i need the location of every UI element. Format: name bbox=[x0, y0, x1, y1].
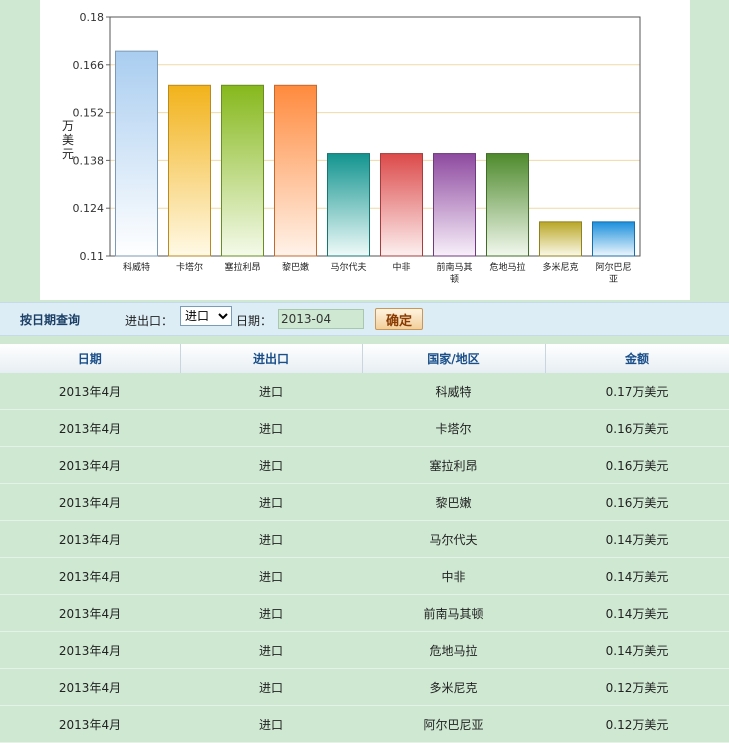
bar bbox=[592, 221, 635, 257]
cell-io: 进口 bbox=[180, 520, 362, 558]
cell-country: 塞拉利昂 bbox=[362, 446, 545, 484]
bar bbox=[274, 84, 317, 257]
cell-amount: 0.17万美元 bbox=[545, 373, 729, 410]
table-row: 2013年4月 进口 阿尔巴尼亚 0.12万美元 bbox=[0, 705, 729, 743]
cell-io: 进口 bbox=[180, 557, 362, 595]
cell-date: 2013年4月 bbox=[0, 520, 180, 558]
date-label: 日期： bbox=[236, 314, 273, 328]
cell-country: 危地马拉 bbox=[362, 631, 545, 669]
cell-amount: 0.16万美元 bbox=[545, 446, 729, 484]
x-tick-label: 塞拉利昂 bbox=[224, 261, 260, 273]
cell-io: 进口 bbox=[180, 705, 362, 743]
x-tick-label: 马尔代夫 bbox=[330, 261, 366, 273]
cell-amount: 0.12万美元 bbox=[545, 668, 729, 706]
y-tick-label: 0.138 bbox=[73, 154, 105, 167]
cell-amount: 0.16万美元 bbox=[545, 483, 729, 521]
cell-country: 马尔代夫 bbox=[362, 520, 545, 558]
x-tick-label: 危地马拉 bbox=[489, 261, 525, 273]
x-tick-label: 黎巴嫩 bbox=[282, 261, 309, 273]
query-title: 按日期查询 bbox=[20, 313, 81, 327]
y-tick-label: 0.166 bbox=[73, 59, 105, 72]
query-bar: 按日期查询 进出口： 进口 日期： 确定 bbox=[0, 302, 729, 336]
chart-panel: 0.18 0.166 0.152 0.138 0.124 0.11 万美元科威特 卡塔尔 塞拉利… bbox=[40, 0, 690, 300]
date-input[interactable] bbox=[278, 309, 364, 329]
cell-date: 2013年4月 bbox=[0, 446, 180, 484]
cell-country: 科威特 bbox=[362, 373, 545, 410]
cell-country: 中非 bbox=[362, 557, 545, 595]
io-label: 进出口： bbox=[125, 314, 174, 328]
cell-io: 进口 bbox=[180, 594, 362, 632]
bar bbox=[539, 221, 582, 257]
x-tick-label: 多米尼克 bbox=[542, 261, 578, 273]
header-country: 国家/地区 bbox=[362, 344, 546, 373]
bar bbox=[433, 153, 476, 257]
io-select[interactable]: 进口 bbox=[180, 306, 232, 326]
cell-amount: 0.14万美元 bbox=[545, 520, 729, 558]
table-row: 2013年4月 进口 多米尼克 0.12万美元 bbox=[0, 668, 729, 706]
bar bbox=[327, 153, 370, 257]
y-tick-label: 0.124 bbox=[73, 202, 105, 215]
cell-amount: 0.14万美元 bbox=[545, 557, 729, 595]
cell-country: 卡塔尔 bbox=[362, 409, 545, 447]
table-row: 2013年4月 进口 马尔代夫 0.14万美元 bbox=[0, 520, 729, 558]
cell-date: 2013年4月 bbox=[0, 705, 180, 743]
header-date: 日期 bbox=[0, 344, 181, 373]
bar bbox=[486, 153, 529, 257]
cell-country: 多米尼克 bbox=[362, 668, 545, 706]
table-row: 2013年4月 进口 科威特 0.17万美元 bbox=[0, 373, 729, 410]
cell-amount: 0.16万美元 bbox=[545, 409, 729, 447]
cell-amount: 0.12万美元 bbox=[545, 705, 729, 743]
header-amount: 金额 bbox=[545, 344, 729, 373]
table-row: 2013年4月 进口 黎巴嫩 0.16万美元 bbox=[0, 483, 729, 521]
cell-date: 2013年4月 bbox=[0, 594, 180, 632]
cell-amount: 0.14万美元 bbox=[545, 631, 729, 669]
cell-amount: 0.14万美元 bbox=[545, 594, 729, 632]
cell-io: 进口 bbox=[180, 631, 362, 669]
cell-io: 进口 bbox=[180, 373, 362, 410]
bar bbox=[380, 153, 423, 257]
cell-date: 2013年4月 bbox=[0, 557, 180, 595]
confirm-button[interactable]: 确定 bbox=[375, 308, 423, 330]
x-tick-label: 前南马其顿 bbox=[436, 261, 472, 285]
data-table-wrap: 日期 进出口 国家/地区 金额 2013年4月 进口 科威特 0.17万美元 2013年… bbox=[0, 344, 729, 743]
cell-date: 2013年4月 bbox=[0, 409, 180, 447]
cell-date: 2013年4月 bbox=[0, 631, 180, 669]
cell-date: 2013年4月 bbox=[0, 483, 180, 521]
table-row: 2013年4月 进口 中非 0.14万美元 bbox=[0, 557, 729, 595]
bar bbox=[221, 84, 264, 257]
bar-chart: 0.18 0.166 0.152 0.138 0.124 0.11 万美元科威特 卡塔尔 塞拉利… bbox=[62, 11, 641, 285]
table-row: 2013年4月 进口 危地马拉 0.14万美元 bbox=[0, 631, 729, 669]
table-row: 2013年4月 进口 塞拉利昂 0.16万美元 bbox=[0, 446, 729, 484]
data-table: 日期 进出口 国家/地区 金额 2013年4月 进口 科威特 0.17万美元 2013年… bbox=[0, 344, 729, 743]
table-header-row: 日期 进出口 国家/地区 金额 bbox=[0, 344, 729, 373]
cell-date: 2013年4月 bbox=[0, 373, 180, 410]
cell-io: 进口 bbox=[180, 409, 362, 447]
bar bbox=[115, 50, 158, 257]
table-row: 2013年4月 进口 前南马其顿 0.14万美元 bbox=[0, 594, 729, 632]
cell-country: 前南马其顿 bbox=[362, 594, 545, 632]
cell-io: 进口 bbox=[180, 483, 362, 521]
y-tick-label: 0.11 bbox=[80, 250, 105, 263]
cell-io: 进口 bbox=[180, 446, 362, 484]
x-tick-label: 阿尔巴尼亚 bbox=[595, 261, 631, 285]
cell-io: 进口 bbox=[180, 668, 362, 706]
x-tick-label: 中非 bbox=[392, 261, 410, 273]
y-tick-label: 0.18 bbox=[80, 11, 105, 24]
x-tick-label: 科威特 bbox=[123, 261, 150, 273]
y-axis-label: 万美元 bbox=[62, 119, 74, 161]
cell-date: 2013年4月 bbox=[0, 668, 180, 706]
cell-country: 阿尔巴尼亚 bbox=[362, 705, 545, 743]
y-tick-label: 0.152 bbox=[73, 107, 105, 120]
header-io: 进出口 bbox=[180, 344, 363, 373]
cell-country: 黎巴嫩 bbox=[362, 483, 545, 521]
bar bbox=[168, 84, 211, 257]
table-row: 2013年4月 进口 卡塔尔 0.16万美元 bbox=[0, 409, 729, 447]
x-tick-label: 卡塔尔 bbox=[176, 261, 203, 273]
